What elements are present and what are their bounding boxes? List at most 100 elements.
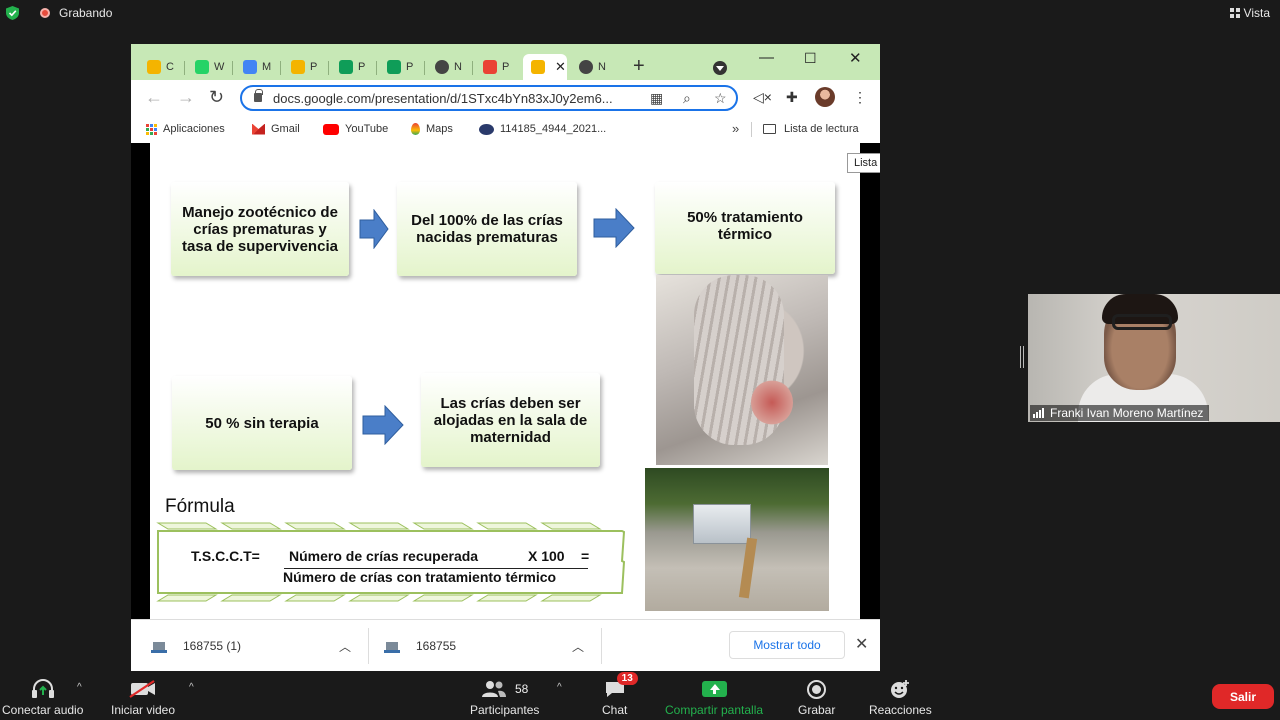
browser-tab[interactable]: C — [139, 56, 183, 78]
more-bookmarks-icon[interactable]: » — [732, 121, 739, 136]
browser-tab[interactable]: W — [187, 56, 231, 78]
extensions-icon[interactable]: ✚ — [786, 89, 798, 106]
tab-title: P — [310, 61, 318, 73]
tab-favicon-icon — [243, 60, 257, 74]
tab-title: N — [454, 61, 462, 73]
reload-icon[interactable]: ↻ — [209, 88, 224, 106]
tab-favicon-icon — [435, 60, 449, 74]
reading-list-icon — [763, 124, 776, 134]
maps-pin-icon — [411, 123, 420, 135]
qr-code-icon[interactable]: ▦ — [650, 90, 663, 107]
document-logo-icon — [479, 123, 494, 135]
minimize-icon[interactable]: — — [759, 49, 774, 66]
new-tab-button[interactable]: + — [633, 56, 645, 76]
flow-box-tratamiento: 50% tratamiento térmico — [655, 182, 835, 274]
chevron-up-icon[interactable]: ︿ — [339, 638, 351, 655]
muted-tab-icon[interactable]: ◁× — [753, 89, 772, 106]
grid-icon — [1229, 8, 1240, 18]
record-button[interactable]: Grabar — [798, 678, 835, 717]
flow-box-manejo: Manejo zootécnico de crías prematuras y … — [171, 182, 349, 276]
address-toolbar: ← → ↻ docs.google.com/presentation/d/1ST… — [131, 80, 880, 116]
bookmark-star-icon[interactable]: ☆ — [714, 90, 727, 107]
chevron-up-icon[interactable]: ^ — [77, 682, 82, 693]
browser-tab[interactable]: P — [331, 56, 375, 78]
downloads-bar: 168755 (1) ︿ 168755 ︿ Mostrar todo ✕ — [131, 619, 880, 671]
bookmark-maps[interactable]: Maps — [411, 123, 453, 135]
reactions-button[interactable]: Reacciones — [869, 678, 932, 717]
download-item[interactable]: 168755 (1) — [151, 620, 241, 671]
join-audio-button[interactable]: Conectar audio — [2, 678, 83, 717]
profile-avatar[interactable] — [815, 87, 835, 107]
apps-grid-icon — [146, 123, 157, 135]
reading-list-button[interactable]: Lista de lectura — [763, 123, 859, 135]
tab-favicon-icon — [531, 60, 545, 74]
participant-video[interactable]: Franki Ivan Moreno Martínez — [1028, 294, 1280, 422]
maternity-enclosure-photo — [645, 468, 829, 611]
tab-title: P — [502, 61, 510, 73]
divider — [751, 122, 752, 137]
tab-separator — [232, 61, 233, 75]
chevron-up-icon[interactable]: ︿ — [572, 638, 584, 655]
start-video-button[interactable]: Iniciar video — [111, 678, 175, 717]
arrow-right-icon — [359, 209, 389, 249]
tab-favicon-icon — [387, 60, 401, 74]
bookmark-youtube[interactable]: YouTube — [323, 123, 388, 135]
chevron-up-icon[interactable]: ^ — [189, 682, 194, 693]
flow-box-sin-terapia: 50 % sin terapia — [172, 376, 352, 470]
browser-tab[interactable]: N — [427, 56, 471, 78]
close-window-icon[interactable]: ✕ — [849, 49, 862, 67]
maximize-icon[interactable]: ☐ — [804, 50, 817, 67]
forward-icon[interactable]: → — [177, 88, 195, 106]
close-downloads-icon[interactable]: ✕ — [855, 634, 868, 654]
record-icon-wrap — [807, 678, 827, 700]
lock-icon — [254, 89, 263, 102]
participants-button[interactable]: 58 Participantes — [470, 678, 539, 717]
leave-button[interactable]: Salir — [1212, 684, 1274, 709]
download-item[interactable]: 168755 — [384, 620, 456, 671]
participants-icon: 58 — [481, 678, 528, 700]
browser-tab[interactable]: P — [283, 56, 327, 78]
drag-handle[interactable] — [1020, 346, 1024, 368]
menu-icon[interactable]: ⋮ — [853, 89, 867, 106]
divider — [601, 628, 602, 664]
close-tab-icon[interactable]: ✕ — [555, 59, 566, 75]
address-bar[interactable]: docs.google.com/presentation/d/1STxc4bYn… — [240, 85, 738, 111]
zoom-icon[interactable]: ⌕ — [683, 90, 691, 107]
formula-equals: = — [581, 548, 590, 564]
tab-separator — [184, 61, 185, 75]
crocodile-photo — [656, 275, 828, 465]
tab-title: W — [214, 61, 225, 73]
tab-favicon-icon — [579, 60, 593, 74]
view-button[interactable]: Vista — [1229, 6, 1270, 20]
chat-button[interactable]: 13 Chat — [602, 672, 638, 717]
browser-tab[interactable]: P — [475, 56, 519, 78]
chevron-up-icon[interactable]: ^ — [557, 682, 562, 693]
participant-name-label: Franki Ivan Moreno Martínez — [1030, 405, 1210, 421]
share-screen-icon-wrap — [701, 678, 727, 700]
reading-list-tooltip: Lista — [847, 153, 880, 173]
bookmark-apps[interactable]: Aplicaciones — [146, 123, 225, 135]
back-icon[interactable]: ← — [145, 88, 163, 106]
video-off-icon — [128, 678, 158, 700]
bookmark-document[interactable]: 114185_4944_2021... — [479, 123, 606, 135]
tab-separator — [280, 61, 281, 75]
arrow-right-icon — [362, 405, 404, 445]
download-file-icon — [151, 638, 169, 654]
browser-tab[interactable]: P — [379, 56, 423, 78]
signal-strength-icon — [1033, 408, 1044, 418]
share-screen-button[interactable]: Compartir pantalla — [665, 678, 763, 717]
tab-separator — [472, 61, 473, 75]
download-file-icon — [384, 638, 402, 654]
show-all-downloads-button[interactable]: Mostrar todo — [729, 631, 845, 659]
bookmark-gmail[interactable]: Gmail — [252, 123, 300, 135]
presentation-area: Manejo zootécnico de crías prematuras y … — [131, 143, 880, 619]
arrow-right-icon — [593, 208, 635, 248]
browser-tab[interactable]: M — [235, 56, 279, 78]
tab-search-icon[interactable] — [713, 61, 727, 75]
chat-icon: 13 — [604, 672, 638, 700]
bookmarks-bar: Aplicaciones Gmail YouTube Maps 114185_4… — [131, 116, 880, 143]
browser-tab[interactable]: ✕ — [523, 54, 567, 80]
browser-tab[interactable]: N — [571, 56, 615, 78]
record-icon — [807, 679, 827, 699]
meeting-toolbar: Conectar audio ^ Iniciar video ^ 58 Part… — [0, 672, 1280, 720]
